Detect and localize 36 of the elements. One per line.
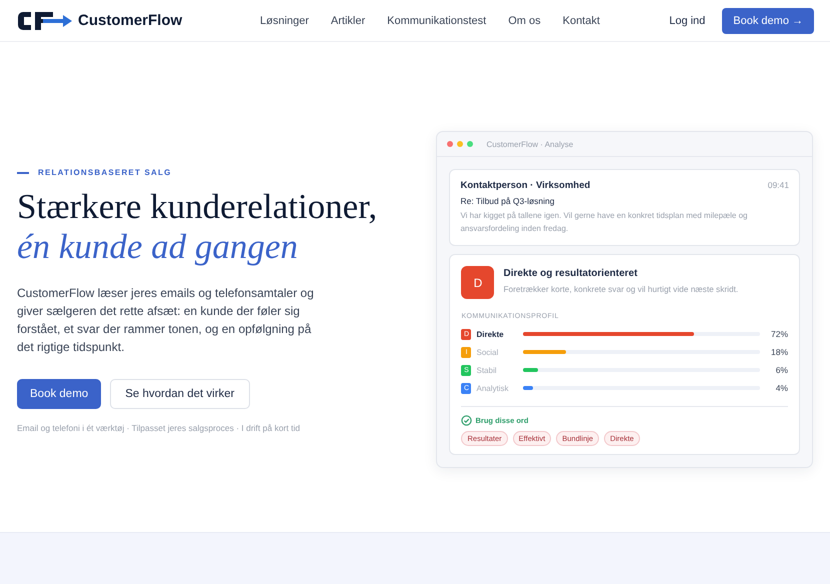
login-link[interactable]: Log ind [669,14,706,26]
maximize-dot-icon [467,141,474,147]
book-demo-button[interactable]: Book demo → [722,8,814,34]
nav-link[interactable]: Løsninger [260,14,309,26]
email-subject: Re: Tilbud på Q3-løsning [460,196,556,206]
email-time: 09:41 [768,180,789,191]
how-it-works-button[interactable]: Se hvordan det virker [110,379,250,409]
profile-badge: D [461,266,494,299]
email-sender: Kontaktperson · Virksomhed [460,180,590,191]
book-demo-button[interactable]: Book demo [17,379,102,409]
close-dot-icon [447,141,454,147]
profile-title: Direkte og resultatorienteret [503,268,638,279]
trait-percent: 18% [770,347,788,357]
trait-percent: 72% [770,329,788,339]
nav-link[interactable]: Kommunikationstest [387,14,486,26]
window-title: CustomerFlow · Analyse [486,140,574,148]
brand-name[interactable]: CustomerFlow [78,12,182,29]
email-preview: Vi har kigget på tallene igen. Vil gerne have en konkret tidsplan med milepæle og ansvarsfordeling inden fredag. [460,210,748,235]
nav-link[interactable]: Om os [508,14,541,26]
hero-title: Stærkere kunderelationer, [17,187,378,227]
nav-link[interactable]: Kontakt [562,14,600,26]
check-circle-icon [461,415,472,426]
eyebrow-label: RELATIONSBASERET SALG [38,168,172,177]
profile-description: Foretrækker korte, konkrete svar og vil hurtigt vide næste skridt. [503,284,738,294]
trait-percent: 4% [776,383,788,393]
nav-link[interactable]: Artikler [330,14,366,26]
feature-summary: Email og telefoni i ét værktøj · Tilpasset jeres salgsproces · I drift på kort tid [17,423,301,433]
hero-title-accent: én kunde ad gangen [17,227,299,267]
trait-percent: 6% [776,365,788,375]
logo-icon [17,10,73,32]
hero-description: CustomerFlow læser jeres emails og telefonsamtaler og giver sælgeren det rette afsæt: en kunde der føler sig forstået, et svar der rammer tonen, og en opfølgning på det rigtige tidspunkt. [17,285,315,356]
trait-name: Social [476,348,500,356]
trait-name: Analytisk [476,384,510,392]
minimize-dot-icon [457,141,464,147]
trait-name: Direkte [476,330,505,338]
trait-name: Stabil [476,366,498,374]
